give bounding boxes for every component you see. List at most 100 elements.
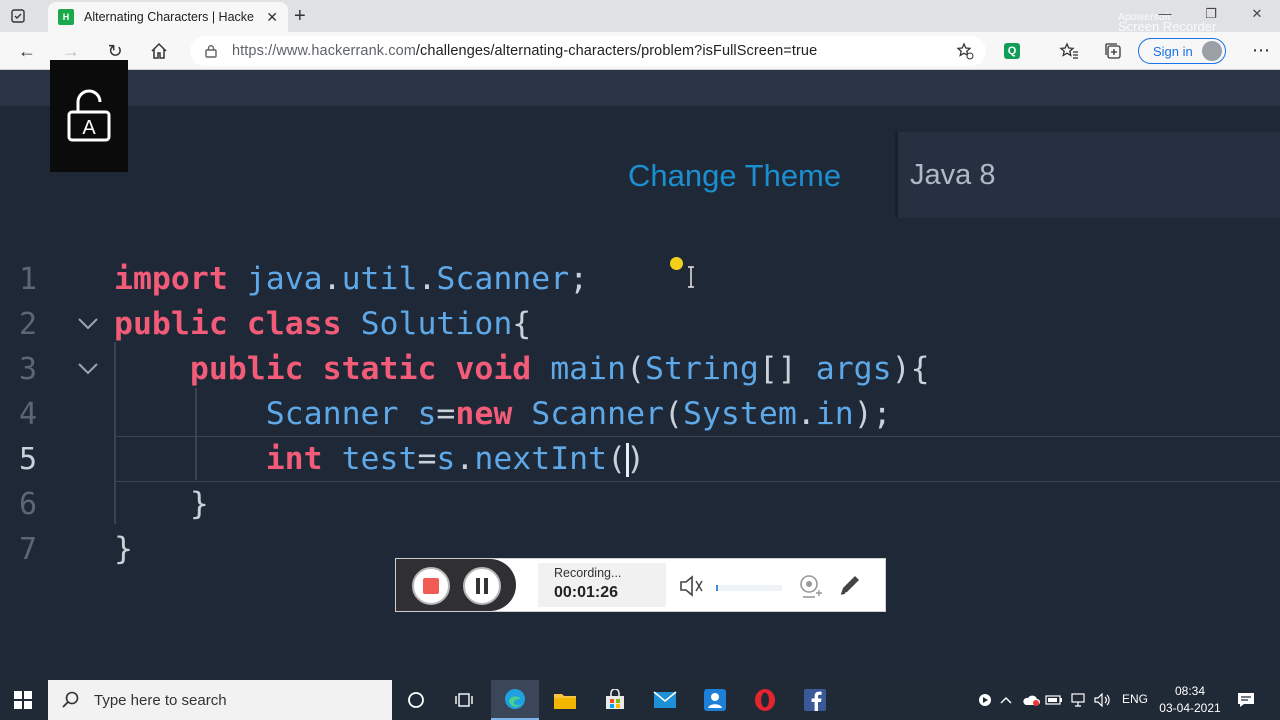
fold-chevron-icon[interactable]	[76, 361, 100, 377]
volume-slider[interactable]	[716, 585, 782, 591]
microsoft-store-icon[interactable]	[591, 680, 639, 720]
token: System	[683, 396, 797, 432]
show-hidden-icons-chevron-icon[interactable]	[994, 680, 1018, 720]
sign-in-button[interactable]: Sign in	[1138, 38, 1226, 64]
screen-recorder-toolbar: Recording... 00:01:26	[395, 558, 886, 612]
pause-recording-button[interactable]	[463, 567, 501, 605]
opera-browser-icon[interactable]	[741, 680, 789, 720]
token: test	[341, 441, 418, 477]
recording-label: Recording...	[554, 566, 622, 580]
stop-recording-button[interactable]	[412, 567, 450, 605]
token: (	[607, 441, 627, 477]
action-center-icon[interactable]	[1236, 690, 1256, 710]
favorites-icon[interactable]	[1058, 40, 1080, 62]
more-menu-icon[interactable]: ⋯	[1252, 40, 1270, 60]
code-text: }	[114, 527, 133, 572]
keyboard-lock-icon[interactable]: A	[50, 60, 128, 172]
line-number: 5	[18, 442, 38, 477]
hackerrank-favicon-icon: H	[58, 9, 74, 25]
tab-actions-icon[interactable]	[8, 6, 28, 26]
token: import	[114, 261, 228, 297]
clock-time: 08:34	[1174, 684, 1206, 698]
token: args	[815, 351, 892, 387]
change-theme-link[interactable]: Change Theme	[628, 158, 841, 194]
address-bar[interactable]: https://www.hackerrank.com/challenges/al…	[190, 36, 986, 66]
line-number: 6	[18, 487, 38, 522]
token: (	[664, 396, 683, 432]
minimize-icon[interactable]: —	[1142, 0, 1188, 30]
extension-q-icon[interactable]: Q	[1004, 43, 1020, 59]
onedrive-cloud-icon[interactable]	[1018, 680, 1044, 720]
token: s	[417, 396, 437, 432]
token: in	[815, 396, 854, 432]
code-editor[interactable]: 1 import java.util.Scanner; 2 public cla…	[0, 244, 1280, 680]
home-icon[interactable]	[146, 38, 172, 64]
token: main	[550, 351, 627, 387]
facebook-icon[interactable]	[791, 680, 839, 720]
taskbar-search-box[interactable]: Type here to search	[48, 680, 392, 720]
battery-icon[interactable]	[1042, 680, 1066, 720]
code-text: }	[114, 482, 209, 527]
code-text: int test=s.nextInt()	[114, 437, 645, 482]
audio-speaker-icon[interactable]	[678, 573, 706, 599]
line-number: 2	[18, 307, 38, 342]
restore-icon[interactable]: ❐	[1188, 0, 1234, 30]
tab-title: Alternating Characters | HackerRank	[84, 10, 254, 24]
token: }	[189, 486, 209, 522]
network-icon[interactable]	[1066, 680, 1090, 720]
volume-icon[interactable]	[1090, 680, 1114, 720]
token: []	[758, 351, 797, 387]
token: =	[417, 441, 437, 477]
windows-start-icon[interactable]	[14, 691, 32, 709]
tab-close-icon[interactable]: ✕	[266, 9, 278, 26]
task-view-icon[interactable]	[440, 680, 488, 720]
line-number: 7	[18, 532, 38, 567]
token: public	[114, 306, 228, 342]
token: ){	[891, 351, 930, 387]
input-language-indicator[interactable]: ENG	[1122, 692, 1148, 706]
token: Scanner	[265, 396, 399, 432]
cortana-icon[interactable]	[392, 680, 440, 720]
recording-timer: 00:01:26	[554, 584, 619, 601]
edge-browser-icon[interactable]	[491, 680, 539, 720]
mail-icon[interactable]	[641, 680, 689, 720]
token: int	[265, 441, 323, 477]
windows-taskbar: Type here to search ENG 08:34 03-04-2021	[0, 680, 1280, 720]
code-line: 2 public class Solution{	[0, 302, 1280, 347]
token: =	[436, 396, 456, 432]
sign-in-label: Sign in	[1153, 43, 1193, 59]
favorite-star-icon[interactable]	[956, 42, 974, 60]
token: util	[341, 261, 418, 297]
search-placeholder: Type here to search	[94, 691, 227, 709]
token: }	[114, 531, 133, 567]
new-tab-icon[interactable]: +	[294, 6, 306, 26]
window-controls: — ❐ ✕	[1142, 0, 1280, 30]
browser-toolbar: ← → ↻ https://www.hackerrank.com/challen…	[0, 32, 1280, 70]
token: Scanner	[436, 261, 570, 297]
fold-chevron-icon[interactable]	[76, 316, 100, 332]
token: .	[417, 261, 437, 297]
close-window-icon[interactable]: ✕	[1234, 0, 1280, 30]
system-clock[interactable]: 08:34 03-04-2021	[1156, 683, 1224, 717]
annotate-pen-icon[interactable]	[836, 571, 864, 599]
language-select[interactable]: Java 8	[895, 132, 1280, 218]
collections-icon[interactable]	[1102, 40, 1124, 62]
file-explorer-icon[interactable]	[541, 680, 589, 720]
people-app-icon[interactable]	[691, 680, 739, 720]
token: s	[436, 441, 456, 477]
code-line: 5 int test=s.nextInt()	[0, 437, 1280, 482]
secure-lock-icon	[205, 45, 217, 58]
browser-tab-active[interactable]: H Alternating Characters | HackerRank ✕	[48, 2, 288, 32]
code-text: Scanner s=new Scanner(System.in);	[114, 392, 892, 437]
token: new	[455, 396, 513, 432]
ibeam-cursor-icon	[688, 266, 694, 288]
code-line: 3 public static void main(String[] args)…	[0, 347, 1280, 392]
line-number: 1	[18, 262, 38, 297]
url-text: https://www.hackerrank.com/challenges/al…	[232, 43, 817, 59]
webcam-icon[interactable]	[796, 573, 824, 601]
token: String	[645, 351, 759, 387]
back-icon[interactable]: ←	[14, 38, 40, 64]
svg-text:A: A	[82, 117, 96, 139]
token: Scanner	[531, 396, 665, 432]
clock-date: 03-04-2021	[1159, 701, 1221, 715]
